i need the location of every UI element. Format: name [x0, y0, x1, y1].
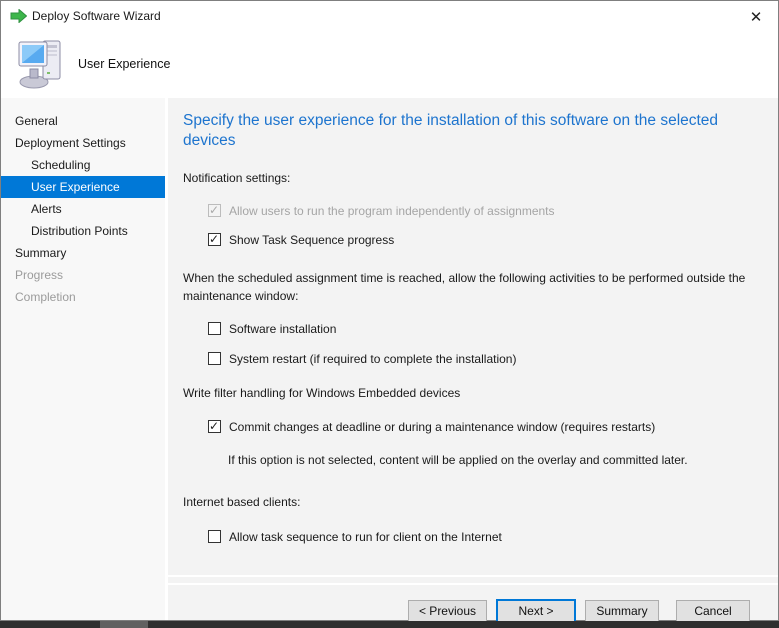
sidebar-item-summary[interactable]: Summary [1, 242, 165, 264]
allow-internet-checkbox-row[interactable]: Allow task sequence to run for client on… [208, 529, 502, 544]
checkbox-unchecked[interactable] [208, 530, 221, 543]
commit-note-text: If this option is not selected, content … [228, 453, 688, 468]
sidebar-item-distribution-points[interactable]: Distribution Points [1, 220, 165, 242]
maintenance-window-text: When the scheduled assignment time is re… [183, 269, 751, 305]
checkbox-checked[interactable]: ✓ [208, 233, 221, 246]
sidebar-item-alerts[interactable]: Alerts [1, 198, 165, 220]
checkbox-unchecked[interactable] [208, 322, 221, 335]
software-installation-checkbox-row[interactable]: Software installation [208, 321, 336, 336]
sidebar-item-completion: Completion [1, 286, 165, 308]
software-installation-label: Software installation [229, 322, 336, 336]
deploy-software-wizard-window: Deploy Software Wizard ✕ User Experience… [0, 0, 779, 621]
checkmark-icon: ✓ [209, 203, 219, 218]
system-restart-label: System restart (if required to complete … [229, 352, 516, 366]
checkbox-checked[interactable]: ✓ [208, 420, 221, 433]
show-task-sequence-progress-checkbox-row[interactable]: ✓ Show Task Sequence progress [208, 232, 394, 247]
internet-clients-label: Internet based clients: [183, 495, 300, 510]
title-bar: Deploy Software Wizard ✕ [1, 1, 778, 31]
commit-changes-label: Commit changes at deadline or during a m… [229, 420, 655, 434]
write-filter-label: Write filter handling for Windows Embedd… [183, 386, 460, 401]
window-title: Deploy Software Wizard [32, 1, 161, 31]
wizard-page-header: User Experience [1, 31, 778, 98]
checkbox-unchecked[interactable] [208, 352, 221, 365]
allow-internet-label: Allow task sequence to run for client on… [229, 530, 502, 544]
commit-changes-checkbox-row[interactable]: ✓ Commit changes at deadline or during a… [208, 419, 655, 434]
sidebar-item-general[interactable]: General [1, 110, 165, 132]
allow-users-run-program-checkbox-row: ✓ Allow users to run the program indepen… [208, 203, 555, 218]
close-icon[interactable]: ✕ [746, 7, 766, 27]
wizard-button-row: < Previous Next > Summary Cancel [408, 600, 750, 623]
checkmark-icon: ✓ [209, 419, 219, 434]
previous-button[interactable]: < Previous [408, 600, 487, 622]
notification-settings-label: Notification settings: [183, 171, 290, 186]
footer-divider-top [168, 575, 778, 577]
wizard-page-content: Specify the user experience for the inst… [168, 98, 778, 620]
taskbar-strip [0, 621, 779, 628]
sidebar-item-scheduling[interactable]: Scheduling [1, 154, 165, 176]
page-title: User Experience [78, 31, 170, 98]
page-heading: Specify the user experience for the inst… [183, 111, 768, 151]
sidebar-item-progress: Progress [1, 264, 165, 286]
sidebar-item-user-experience[interactable]: User Experience [1, 176, 165, 198]
summary-button[interactable]: Summary [585, 600, 659, 622]
green-arrow-icon [10, 9, 27, 23]
taskbar-segment [100, 621, 148, 628]
checkbox-checked-disabled: ✓ [208, 204, 221, 217]
cancel-button[interactable]: Cancel [676, 600, 750, 622]
checkmark-icon: ✓ [209, 232, 219, 247]
next-button[interactable]: Next > [496, 599, 576, 623]
show-task-sequence-progress-label: Show Task Sequence progress [229, 233, 394, 247]
wizard-steps-sidebar: General Deployment Settings Scheduling U… [1, 98, 165, 620]
system-restart-checkbox-row[interactable]: System restart (if required to complete … [208, 351, 516, 366]
footer-divider-bottom [168, 583, 778, 585]
sidebar-item-deployment-settings[interactable]: Deployment Settings [1, 132, 165, 154]
computer-icon [18, 39, 65, 89]
allow-users-run-program-label: Allow users to run the program independe… [229, 204, 555, 218]
